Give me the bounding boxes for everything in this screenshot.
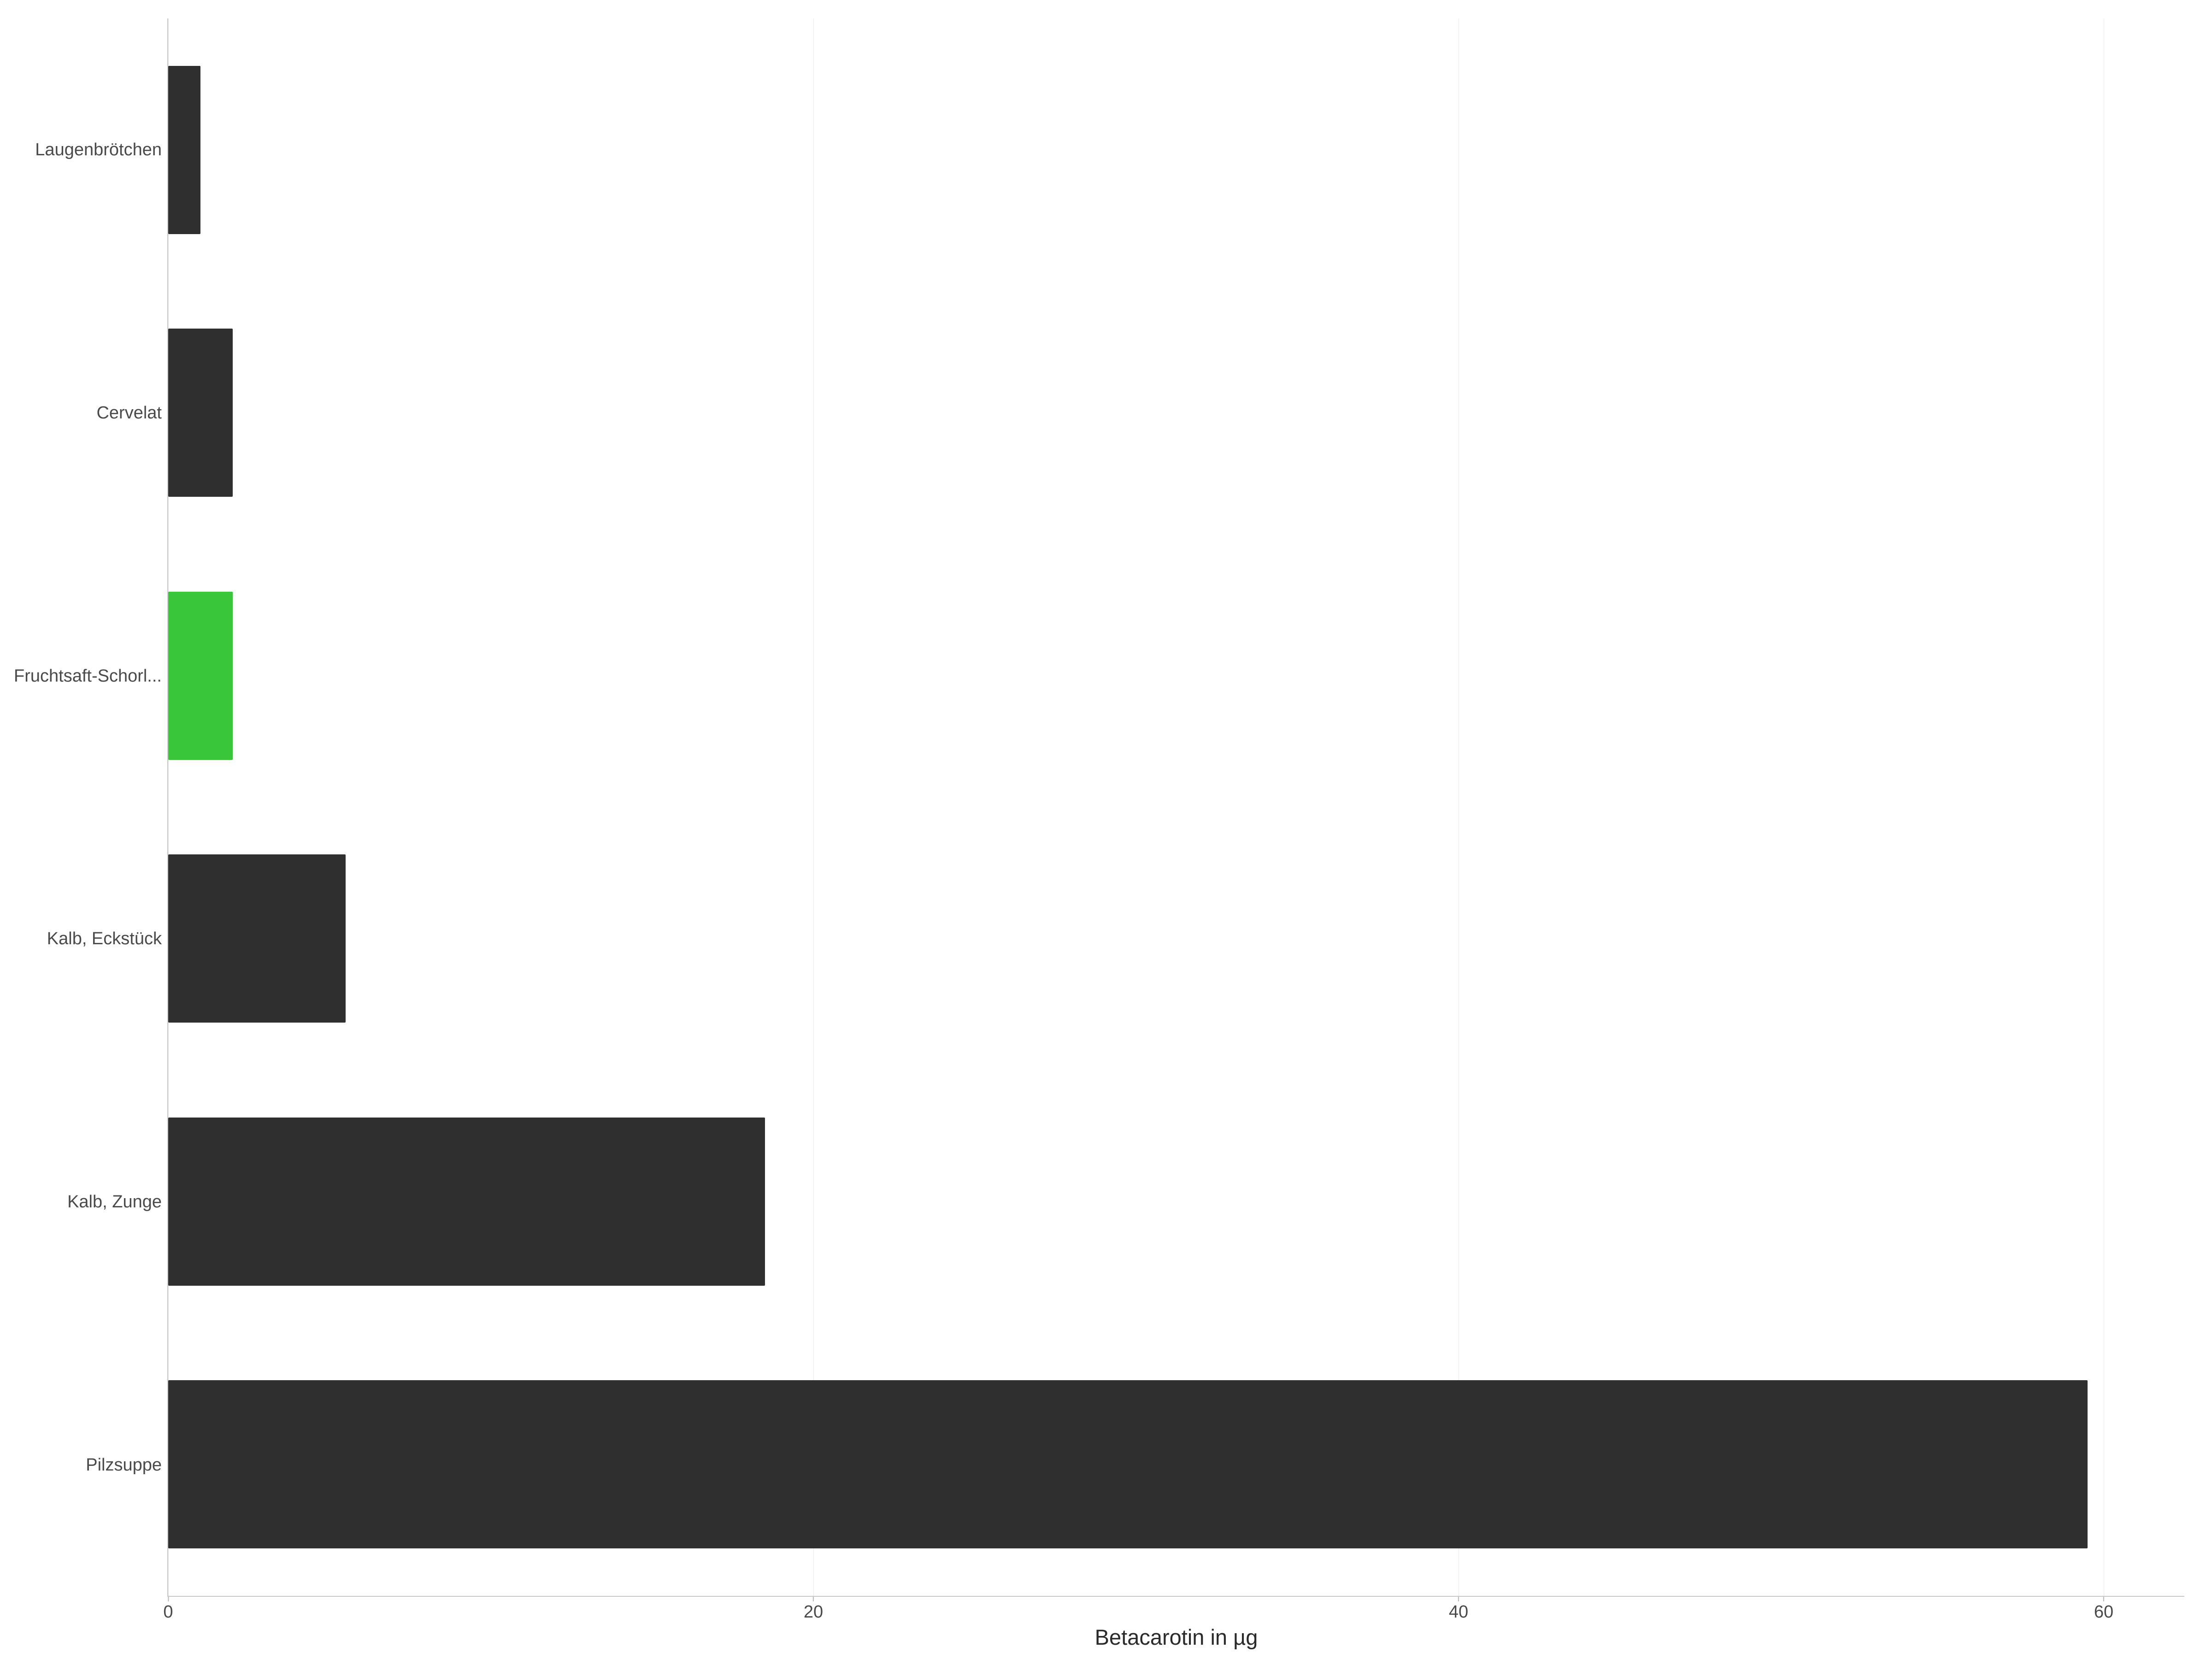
y-axis-labels: Laugenbrötchen Cervelat Fruchtsaft-Schor… — [14, 18, 167, 1597]
tick-mark — [1458, 1597, 1459, 1601]
x-axis-ticks: 0204060 — [168, 1597, 2184, 1624]
x-tick: 60 — [2094, 1597, 2113, 1622]
bar — [168, 592, 233, 760]
x-axis-title: Betacarotin in µg — [168, 1624, 2184, 1650]
y-tick-label: Fruchtsaft-Schorl... — [14, 545, 162, 808]
bar — [168, 329, 233, 497]
chart-container: Laugenbrötchen Cervelat Fruchtsaft-Schor… — [0, 0, 2212, 1659]
y-tick-label: Kalb, Eckstück — [14, 807, 162, 1071]
bar-row — [168, 18, 2184, 282]
bars-layer — [168, 18, 2184, 1596]
bar — [168, 1118, 765, 1286]
bar-row — [168, 1333, 2184, 1596]
bar-row — [168, 807, 2184, 1071]
x-tick-label: 60 — [2094, 1602, 2113, 1622]
bar — [168, 66, 200, 234]
y-tick-label: Cervelat — [14, 282, 162, 545]
x-tick-label: 20 — [804, 1602, 823, 1622]
x-title-row: Betacarotin in µg — [14, 1624, 2184, 1650]
tick-mark — [168, 1597, 169, 1601]
x-tick: 40 — [1449, 1597, 1468, 1622]
plot-area — [167, 18, 2184, 1597]
tick-mark — [813, 1597, 814, 1601]
bar-row — [168, 1070, 2184, 1333]
x-title-spacer — [14, 1624, 168, 1650]
y-tick-label: Pilzsuppe — [14, 1334, 162, 1597]
x-tick-label: 40 — [1449, 1602, 1468, 1622]
tick-mark — [2103, 1597, 2104, 1601]
x-axis-spacer — [14, 1597, 168, 1624]
bar-row — [168, 282, 2184, 545]
bar — [168, 1380, 2088, 1548]
bar-row — [168, 544, 2184, 807]
x-axis-row: 0 20 40 60 — [14, 1597, 2184, 1624]
y-tick-label: Laugenbrötchen — [14, 18, 162, 282]
x-tick-label: 0 — [163, 1602, 173, 1622]
plot-row: Laugenbrötchen Cervelat Fruchtsaft-Schor… — [14, 18, 2184, 1597]
x-tick: 20 — [804, 1597, 823, 1622]
y-tick-label: Kalb, Zunge — [14, 1071, 162, 1334]
x-tick: 0 — [163, 1597, 173, 1622]
bar — [168, 854, 346, 1023]
